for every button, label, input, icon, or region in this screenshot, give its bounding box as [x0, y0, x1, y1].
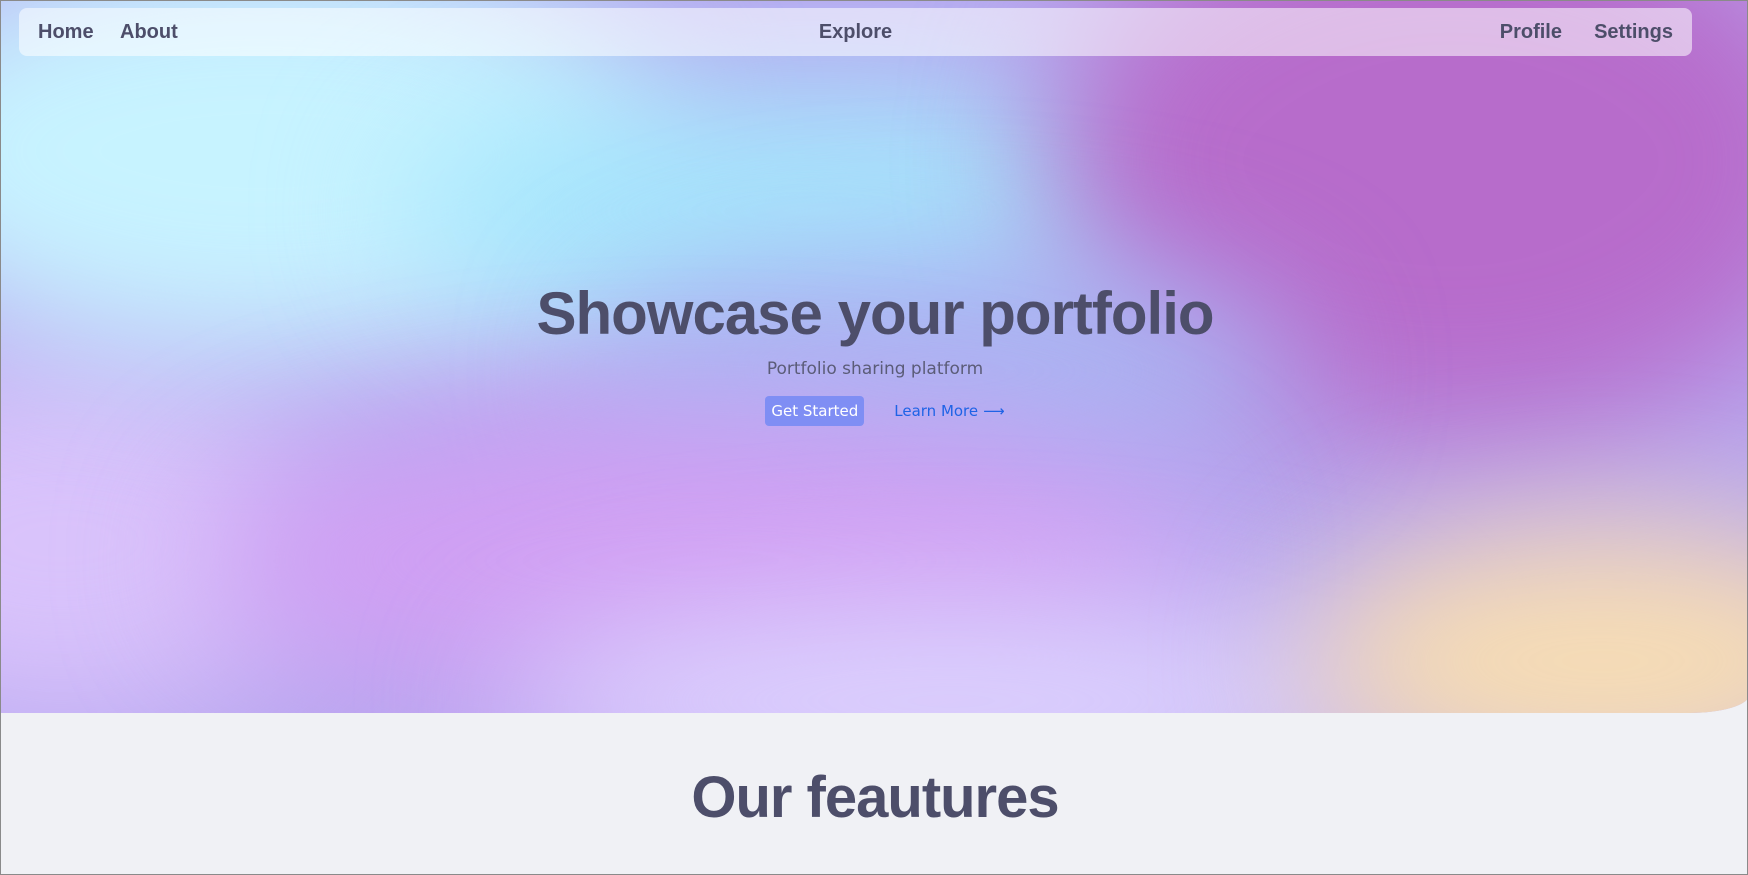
top-navbar: Home About Explore Profile Settings: [19, 8, 1692, 56]
nav-settings-link[interactable]: Settings: [1594, 8, 1673, 56]
hero-title: Showcase your portfolio: [536, 280, 1214, 347]
arrow-right-icon: ⟶: [983, 402, 1005, 420]
page: Home About Explore Profile Settings Show…: [0, 0, 1748, 875]
nav-home-link[interactable]: Home: [38, 8, 94, 56]
nav-explore-link[interactable]: Explore: [819, 21, 892, 43]
get-started-button[interactable]: Get Started: [765, 396, 865, 426]
hero-section: Home About Explore Profile Settings Show…: [1, 1, 1747, 713]
learn-more-label: Learn More: [894, 402, 979, 420]
nav-profile-link[interactable]: Profile: [1500, 8, 1562, 56]
hero-subtitle: Portfolio sharing platform: [766, 359, 984, 379]
hero-content: Showcase your portfolio Portfolio sharin…: [1, 279, 1747, 426]
hero-actions: Get Started Learn More ⟶: [1, 396, 1747, 426]
nav-explore-container: Explore: [19, 8, 1692, 56]
hero-gradient-blob: [1301, 521, 1747, 713]
learn-more-link[interactable]: Learn More ⟶: [894, 402, 1004, 420]
nav-about-link[interactable]: About: [120, 8, 178, 56]
features-heading: Our feautures: [691, 765, 1059, 830]
